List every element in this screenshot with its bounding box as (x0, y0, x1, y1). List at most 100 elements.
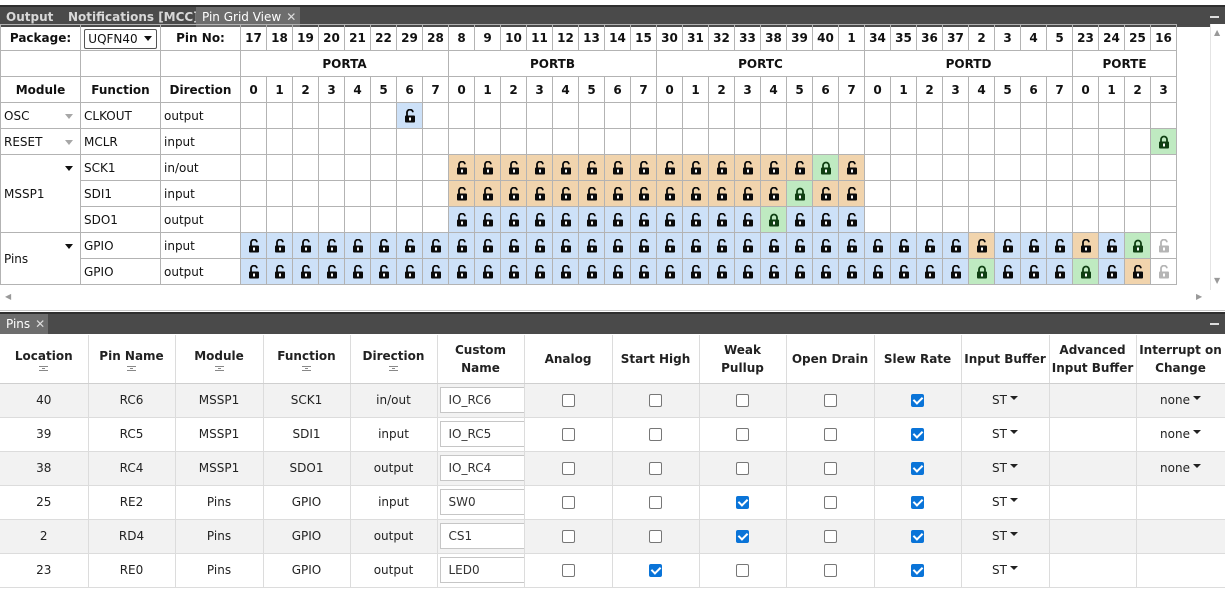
pin-cell-available[interactable] (890, 258, 917, 285)
pin-cell-shared[interactable] (656, 180, 683, 207)
pin-cell-available[interactable] (474, 258, 501, 285)
pin-cell-available[interactable] (682, 232, 709, 259)
pin-cell-shared[interactable] (630, 180, 657, 207)
input-buffer-dropdown[interactable]: ST (992, 563, 1018, 577)
open-drain-checkbox[interactable] (823, 428, 837, 441)
filter-icon[interactable] (389, 365, 398, 371)
pin-cell-available[interactable] (864, 232, 891, 259)
pin-cell-shared[interactable] (838, 180, 865, 207)
pin-cell-available[interactable] (630, 232, 657, 259)
pin-cell-shared[interactable] (734, 180, 761, 207)
pin-cell-shared[interactable] (448, 180, 475, 207)
custom-name-input[interactable]: IO_RC5 (439, 421, 525, 447)
start-high-checkbox[interactable] (649, 462, 662, 475)
pin-cell-available[interactable] (552, 232, 579, 259)
custom-name-input[interactable]: LED0 (439, 557, 525, 583)
pin-cell-available[interactable] (578, 206, 605, 233)
pin-cell-shared[interactable] (500, 154, 527, 181)
input-buffer-dropdown[interactable]: ST (992, 529, 1018, 543)
custom-name-input[interactable]: IO_RC6 (439, 387, 525, 413)
analog-checkbox[interactable] (561, 530, 575, 543)
pin-cell-available[interactable] (786, 232, 813, 259)
pin-cell-available[interactable] (786, 258, 813, 285)
pin-cell-shared[interactable] (604, 180, 631, 207)
slew-rate-checkbox[interactable] (911, 530, 924, 543)
module-cell-pins[interactable]: Pins (0, 232, 81, 285)
pin-cell-available[interactable] (760, 258, 787, 285)
pin-cell-available[interactable] (344, 232, 371, 259)
pin-cell-available[interactable] (1046, 258, 1073, 285)
pin-cell-available[interactable] (318, 232, 345, 259)
pin-cell-available[interactable] (266, 232, 293, 259)
pin-cell-available[interactable] (682, 258, 709, 285)
pin-cell-available[interactable] (786, 206, 813, 233)
pin-cell-shared[interactable] (474, 154, 501, 181)
pin-cell-shared[interactable] (552, 180, 579, 207)
analog-checkbox[interactable] (561, 496, 575, 509)
pin-cell-available[interactable] (916, 258, 943, 285)
pin-cell-available[interactable] (500, 232, 527, 259)
weak-pullup-checkbox[interactable] (736, 394, 749, 407)
pin-cell-available[interactable] (552, 206, 579, 233)
panel-divider[interactable] (0, 304, 1225, 311)
pin-cell-available[interactable] (500, 258, 527, 285)
pin-cell-available[interactable] (812, 258, 839, 285)
pin-cell-available[interactable] (838, 258, 865, 285)
pin-cell-available[interactable] (1098, 258, 1125, 285)
module-cell-osc[interactable]: OSC (0, 102, 81, 129)
filter-icon[interactable] (39, 365, 49, 371)
pin-cell-available[interactable] (1020, 232, 1047, 259)
start-high-checkbox[interactable] (649, 428, 662, 441)
interrupt-on-change-dropdown[interactable]: none (1160, 461, 1201, 475)
pin-cell-available[interactable] (448, 206, 475, 233)
pin-cell-available[interactable] (552, 258, 579, 285)
analog-checkbox[interactable] (561, 564, 575, 577)
pin-cell-locked[interactable] (968, 258, 995, 285)
slew-rate-checkbox[interactable] (911, 496, 924, 509)
analog-checkbox[interactable] (561, 462, 575, 475)
pin-cell-available[interactable] (604, 206, 631, 233)
pin-cell-available[interactable] (656, 206, 683, 233)
pin-cell-shared[interactable] (1124, 258, 1151, 285)
open-drain-checkbox[interactable] (823, 394, 837, 407)
pin-cell-shared[interactable] (552, 154, 579, 181)
slew-rate-checkbox[interactable] (911, 428, 924, 441)
pin-cell-unavailable[interactable] (1150, 258, 1177, 285)
pin-cell-available[interactable] (838, 232, 865, 259)
pin-cell-available[interactable] (240, 232, 267, 259)
module-cell-mssp1[interactable]: MSSP1 (0, 154, 81, 233)
pin-cell-available[interactable] (344, 258, 371, 285)
pin-cell-available[interactable] (812, 206, 839, 233)
pin-cell-available[interactable] (422, 258, 449, 285)
weak-pullup-checkbox[interactable] (736, 530, 749, 543)
pin-cell-locked[interactable] (760, 206, 787, 233)
close-icon[interactable]: ✕ (35, 317, 45, 331)
pin-cell-available[interactable] (578, 258, 605, 285)
weak-pullup-checkbox[interactable] (736, 564, 749, 577)
minimize-icon[interactable] (1210, 16, 1219, 18)
pin-cell-shared[interactable] (526, 180, 553, 207)
pin-cell-locked[interactable] (1124, 232, 1151, 259)
pin-cell-available[interactable] (370, 258, 397, 285)
weak-pullup-checkbox[interactable] (736, 462, 749, 475)
chevron-down-icon[interactable] (65, 244, 73, 249)
pin-cell-available[interactable] (1098, 232, 1125, 259)
custom-name-input[interactable]: CS1 (439, 523, 525, 549)
pin-cell-available[interactable] (474, 232, 501, 259)
pin-cell-available[interactable] (734, 232, 761, 259)
pin-cell-available[interactable] (734, 206, 761, 233)
input-buffer-dropdown[interactable]: ST (992, 461, 1018, 475)
chevron-down-icon[interactable] (65, 140, 73, 145)
pin-cell-shared[interactable] (812, 180, 839, 207)
pin-cell-shared[interactable] (578, 180, 605, 207)
minimize-icon[interactable] (1210, 323, 1219, 325)
pin-cell-available[interactable] (396, 232, 423, 259)
input-buffer-dropdown[interactable]: ST (992, 393, 1018, 407)
chevron-down-icon[interactable] (65, 114, 73, 119)
pin-cell-available[interactable] (760, 232, 787, 259)
column-header-module[interactable]: Module (175, 335, 264, 384)
pin-cell-available[interactable] (396, 102, 423, 129)
pin-cell-shared[interactable] (760, 154, 787, 181)
pin-cell-locked[interactable] (1072, 258, 1099, 285)
pin-cell-available[interactable] (708, 206, 735, 233)
